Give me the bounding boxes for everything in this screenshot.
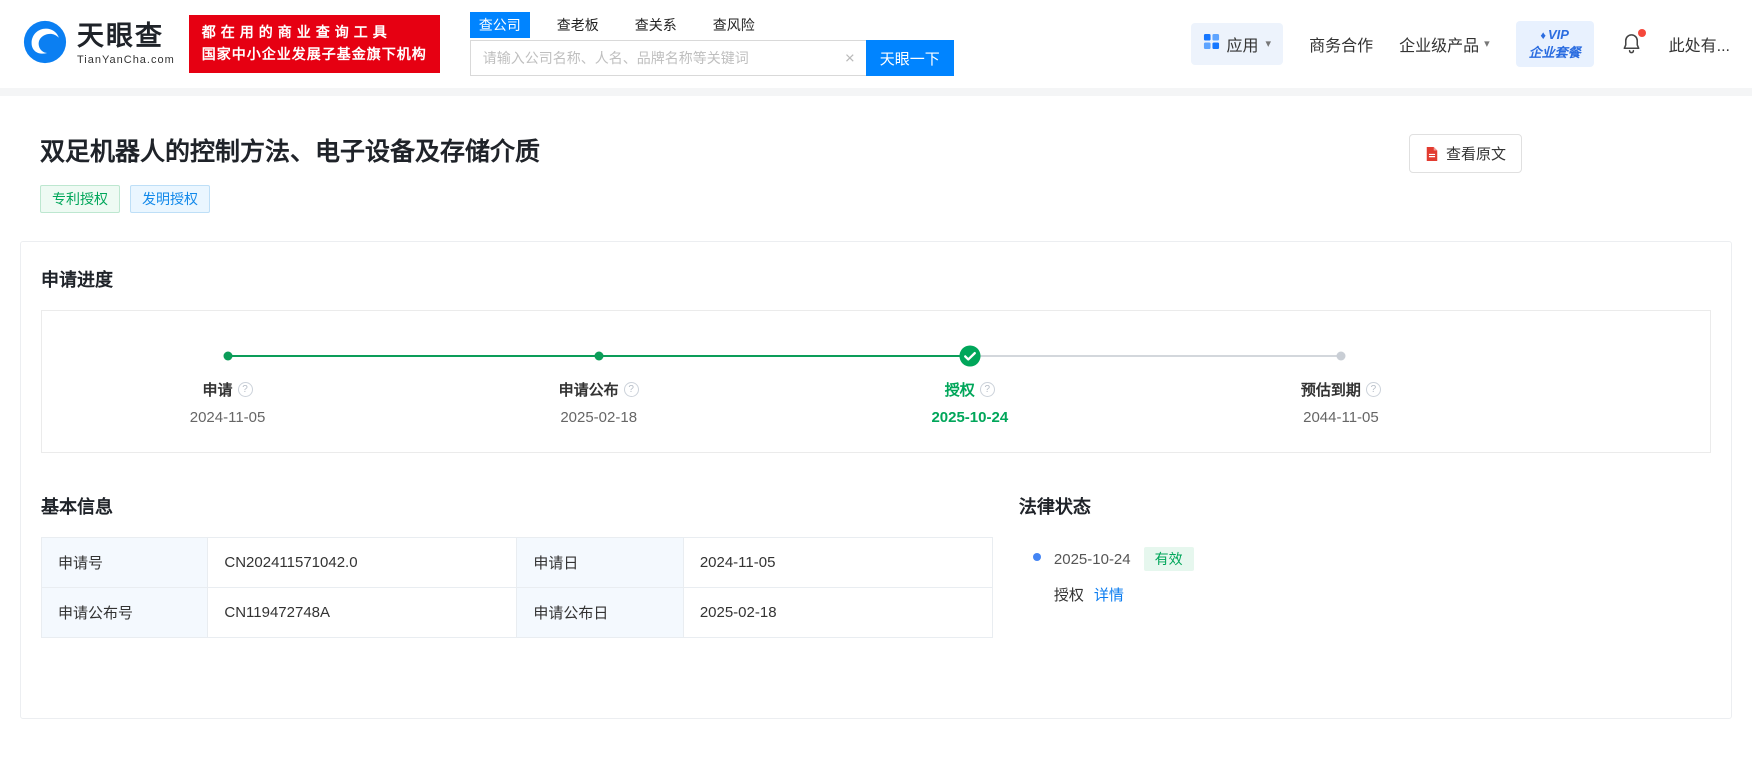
detail-link[interactable]: 详情: [1094, 584, 1124, 605]
legal-status-label: 授权: [1054, 584, 1084, 605]
header: 天眼查 TianYanCha.com 都在用的商业查询工具 国家中小企业发展子基…: [0, 0, 1752, 88]
notification-bell-icon[interactable]: [1620, 32, 1643, 55]
apps-menu-label: 应用: [1227, 32, 1259, 56]
legal-status-section: 法律状态 2025-10-24 有效 授权 详情: [1019, 493, 1711, 638]
tianyancha-logo-icon: [22, 19, 68, 70]
user-menu[interactable]: 此处有...: [1669, 32, 1730, 56]
chevron-down-icon: ▾: [1266, 37, 1272, 50]
tab-search-relation[interactable]: 查关系: [626, 12, 686, 38]
slogan-line-1: 都在用的商业查询工具: [202, 22, 427, 44]
clear-icon[interactable]: ×: [845, 50, 855, 67]
search-input[interactable]: [470, 40, 866, 76]
search-area: 查公司 查老板 查关系 查风险 × 天眼一下: [470, 12, 954, 76]
legal-status-date: 2025-10-24: [1054, 551, 1131, 568]
timeline-dot-apply: [223, 352, 232, 361]
main-content: 双足机器人的控制方法、电子设备及存储介质 专利授权 发明授权 查看原文 申请进度: [0, 96, 1752, 759]
help-icon[interactable]: ?: [624, 382, 639, 397]
tianyancha-logo[interactable]: 天眼查 TianYanCha.com: [22, 19, 175, 70]
timeline-dot-expiry: [1336, 352, 1345, 361]
search-button[interactable]: 天眼一下: [866, 40, 954, 76]
step-date: 2044-11-05: [1155, 409, 1526, 426]
field-value: CN202411571042.0: [208, 538, 517, 588]
notification-badge: [1638, 29, 1646, 37]
step-date: 2025-02-18: [413, 409, 784, 426]
field-label: 申请日: [517, 538, 683, 588]
field-label: 申请号: [42, 538, 208, 588]
apps-menu-button[interactable]: 应用 ▾: [1191, 23, 1284, 65]
field-value: 2025-02-18: [683, 588, 992, 638]
basic-info-section: 基本信息 申请号 CN202411571042.0 申请日 2024-11-05…: [41, 493, 993, 638]
slogan-line-2: 国家中小企业发展子基金旗下机构: [202, 44, 427, 66]
title-block: 双足机器人的控制方法、电子设备及存储介质 专利授权 发明授权 查看原文: [20, 132, 1732, 213]
tab-search-company[interactable]: 查公司: [470, 12, 530, 38]
search-tabs: 查公司 查老板 查关系 查风险: [470, 12, 954, 38]
pdf-icon: [1425, 146, 1439, 162]
step-grant: 授权 ? 2025-10-24: [784, 379, 1155, 426]
tag-invention-granted[interactable]: 发明授权: [130, 185, 210, 213]
legal-status-section-title: 法律状态: [1019, 493, 1711, 519]
tag-patent-granted[interactable]: 专利授权: [40, 185, 120, 213]
help-icon[interactable]: ?: [1366, 382, 1381, 397]
nav-enterprise-products[interactable]: 企业级产品 ▾: [1399, 32, 1490, 56]
check-icon: [958, 345, 981, 368]
vip-package-button[interactable]: ♦VIP 企业套餐: [1516, 21, 1594, 66]
header-nav: 应用 ▾ 商务合作 企业级产品 ▾ ♦VIP 企业套餐 此处有...: [1191, 21, 1730, 66]
table-row: 申请号 CN202411571042.0 申请日 2024-11-05: [42, 538, 993, 588]
application-progress-timeline: 申请 ? 2024-11-05 申请公布 ? 2025-02-18 授权 ?: [41, 310, 1711, 453]
basic-info-section-title: 基本信息: [41, 493, 993, 519]
brand-domain: TianYanCha.com: [77, 54, 175, 66]
step-date: 2025-10-24: [784, 409, 1155, 426]
field-value: 2024-11-05: [683, 538, 992, 588]
tab-search-boss[interactable]: 查老板: [548, 12, 608, 38]
table-row: 申请公布号 CN119472748A 申请公布日 2025-02-18: [42, 588, 993, 638]
tab-search-risk[interactable]: 查风险: [704, 12, 764, 38]
basic-info-table: 申请号 CN202411571042.0 申请日 2024-11-05 申请公布…: [41, 537, 993, 638]
progress-section-title: 申请进度: [41, 266, 1711, 292]
field-value: CN119472748A: [208, 588, 517, 638]
step-publication: 申请公布 ? 2025-02-18: [413, 379, 784, 426]
apps-grid-icon: [1203, 33, 1220, 55]
chevron-down-icon: ▾: [1484, 37, 1490, 50]
step-date: 2024-11-05: [42, 409, 413, 426]
step-apply: 申请 ? 2024-11-05: [42, 379, 413, 426]
view-original-button[interactable]: 查看原文: [1409, 134, 1522, 173]
field-label: 申请公布日: [517, 588, 683, 638]
step-estimated-expiry: 预估到期 ? 2044-11-05: [1155, 379, 1526, 426]
legal-status-item: 2025-10-24 有效 授权 详情: [1019, 547, 1711, 605]
patent-detail-card: 申请进度 申请 ?: [20, 241, 1732, 719]
brand-name: 天眼查: [77, 23, 175, 50]
vip-diamond-icon: ♦: [1540, 30, 1546, 42]
field-label: 申请公布号: [42, 588, 208, 638]
timeline-bullet-icon: [1033, 553, 1041, 561]
status-badge: 有效: [1144, 547, 1194, 571]
timeline-future-line: [970, 355, 1341, 357]
help-icon[interactable]: ?: [980, 382, 995, 397]
slogan-banner: 都在用的商业查询工具 国家中小企业发展子基金旗下机构: [189, 15, 440, 72]
nav-business-cooperation[interactable]: 商务合作: [1309, 32, 1373, 56]
timeline-dot-publication: [594, 352, 603, 361]
help-icon[interactable]: ?: [238, 382, 253, 397]
